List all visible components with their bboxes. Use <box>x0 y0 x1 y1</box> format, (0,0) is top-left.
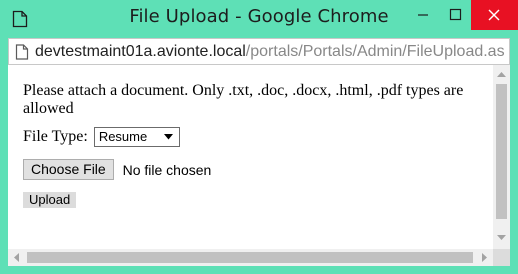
vertical-scroll-thumb[interactable] <box>496 84 507 219</box>
file-type-select[interactable]: Resume <box>93 127 180 147</box>
horizontal-scrollbar[interactable] <box>8 249 493 266</box>
scrollbar-corner <box>493 249 510 266</box>
no-file-chosen-text: No file chosen <box>122 161 212 178</box>
address-bar[interactable]: devtestmaint01a.avionte.local/portals/Po… <box>8 38 510 65</box>
page-content: Please attach a document. Only .txt, .do… <box>8 65 493 249</box>
chevron-down-icon <box>163 134 173 140</box>
page-icon <box>15 44 29 60</box>
url-host: devtestmaint01a.avionte.local <box>35 43 246 60</box>
scroll-right-arrow-icon[interactable] <box>482 253 487 262</box>
scroll-left-arrow-icon[interactable] <box>14 253 19 262</box>
maximize-icon <box>449 8 462 21</box>
file-type-selected-value: Resume <box>98 129 148 144</box>
upload-button[interactable]: Upload <box>23 192 77 208</box>
minimize-icon <box>418 14 428 16</box>
file-input: Choose File No file chosen <box>23 159 211 180</box>
page-viewport: Please attach a document. Only .txt, .do… <box>8 65 510 266</box>
close-button[interactable] <box>471 0 518 30</box>
horizontal-scroll-thumb[interactable] <box>27 252 473 263</box>
file-type-row: File Type: Resume <box>23 127 180 147</box>
scroll-up-arrow-icon[interactable] <box>497 72 506 77</box>
vertical-scrollbar[interactable] <box>493 65 510 249</box>
maximize-button[interactable] <box>439 0 471 30</box>
chrome-popup-window: File Upload - Google Chrome devtestmaint… <box>0 0 518 274</box>
close-icon <box>488 9 500 21</box>
url-text: devtestmaint01a.avionte.local/portals/Po… <box>35 43 505 61</box>
instructions-text: Please attach a document. Only .txt, .do… <box>23 82 464 117</box>
url-path: /portals/Portals/Admin/FileUpload.as <box>245 43 505 60</box>
scroll-down-arrow-icon[interactable] <box>497 235 506 240</box>
file-type-label: File Type: <box>23 128 88 145</box>
choose-file-button[interactable]: Choose File <box>23 159 114 180</box>
title-bar[interactable]: File Upload - Google Chrome <box>0 0 518 38</box>
minimize-button[interactable] <box>407 0 439 30</box>
